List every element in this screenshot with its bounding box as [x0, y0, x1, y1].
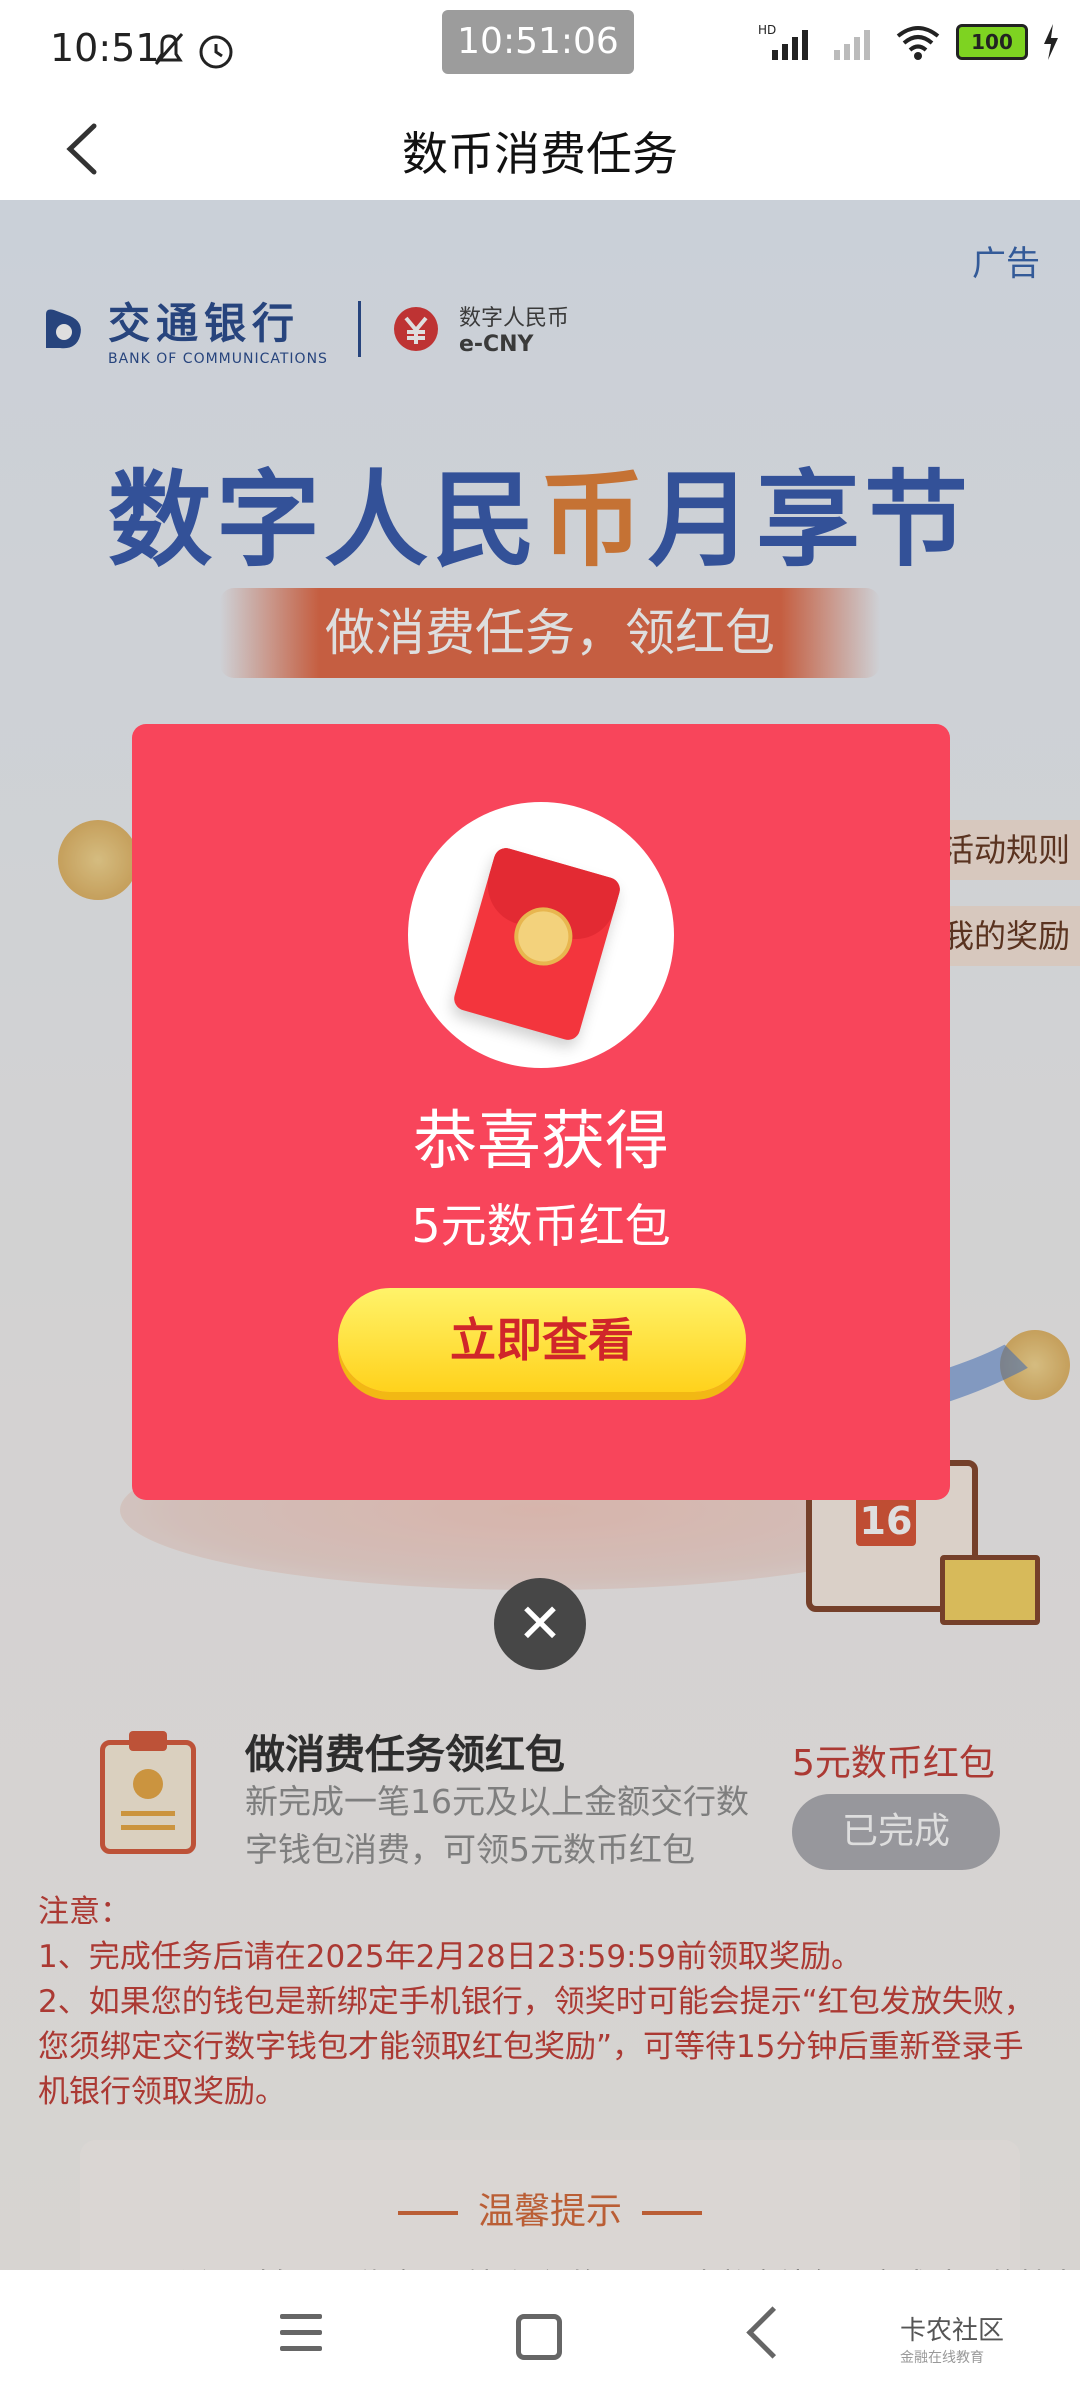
- back-icon[interactable]: [746, 2306, 799, 2359]
- close-icon: ✕: [517, 1592, 563, 1655]
- top-bar: 数币消费任务: [0, 100, 1080, 200]
- status-bar: 10:51 10:51:06 HD 100: [0, 0, 1080, 100]
- status-clock-pill: 10:51:06: [442, 10, 634, 74]
- status-time: 10:51: [50, 26, 160, 70]
- home-icon[interactable]: [516, 2314, 562, 2360]
- signal-hd-icon: HD: [758, 23, 808, 60]
- signal-weak-icon: [834, 30, 870, 60]
- page-title: 数币消费任务: [402, 127, 678, 181]
- red-envelope-icon: [451, 845, 623, 1043]
- watermark: 卡农社区 金融在线教育: [900, 2310, 1004, 2367]
- battery-icon: 100: [956, 24, 1028, 60]
- red-envelope-badge: [408, 802, 674, 1068]
- close-modal-button[interactable]: ✕: [494, 1578, 586, 1670]
- menu-icon[interactable]: [280, 2314, 322, 2362]
- view-now-button[interactable]: 立即查看: [338, 1288, 746, 1392]
- reward-modal: 恭喜获得 5元数币红包 立即查看: [132, 724, 950, 1500]
- watermark-sub: 金融在线教育: [900, 2350, 984, 2366]
- modal-subtitle: 5元数币红包: [411, 1199, 671, 1253]
- system-nav-bar: 卡农社区 金融在线教育: [0, 2270, 1080, 2400]
- watermark-main: 卡农社区: [900, 2316, 1005, 2346]
- modal-title: 恭喜获得: [413, 1105, 669, 1179]
- status-right-icons: HD 100: [758, 22, 1060, 62]
- mute-and-alarm-icons: [154, 33, 233, 69]
- svg-text:HD: HD: [758, 23, 776, 37]
- wifi-icon: [896, 26, 940, 60]
- status-icons-left: [150, 30, 240, 76]
- charging-icon: [1044, 24, 1058, 60]
